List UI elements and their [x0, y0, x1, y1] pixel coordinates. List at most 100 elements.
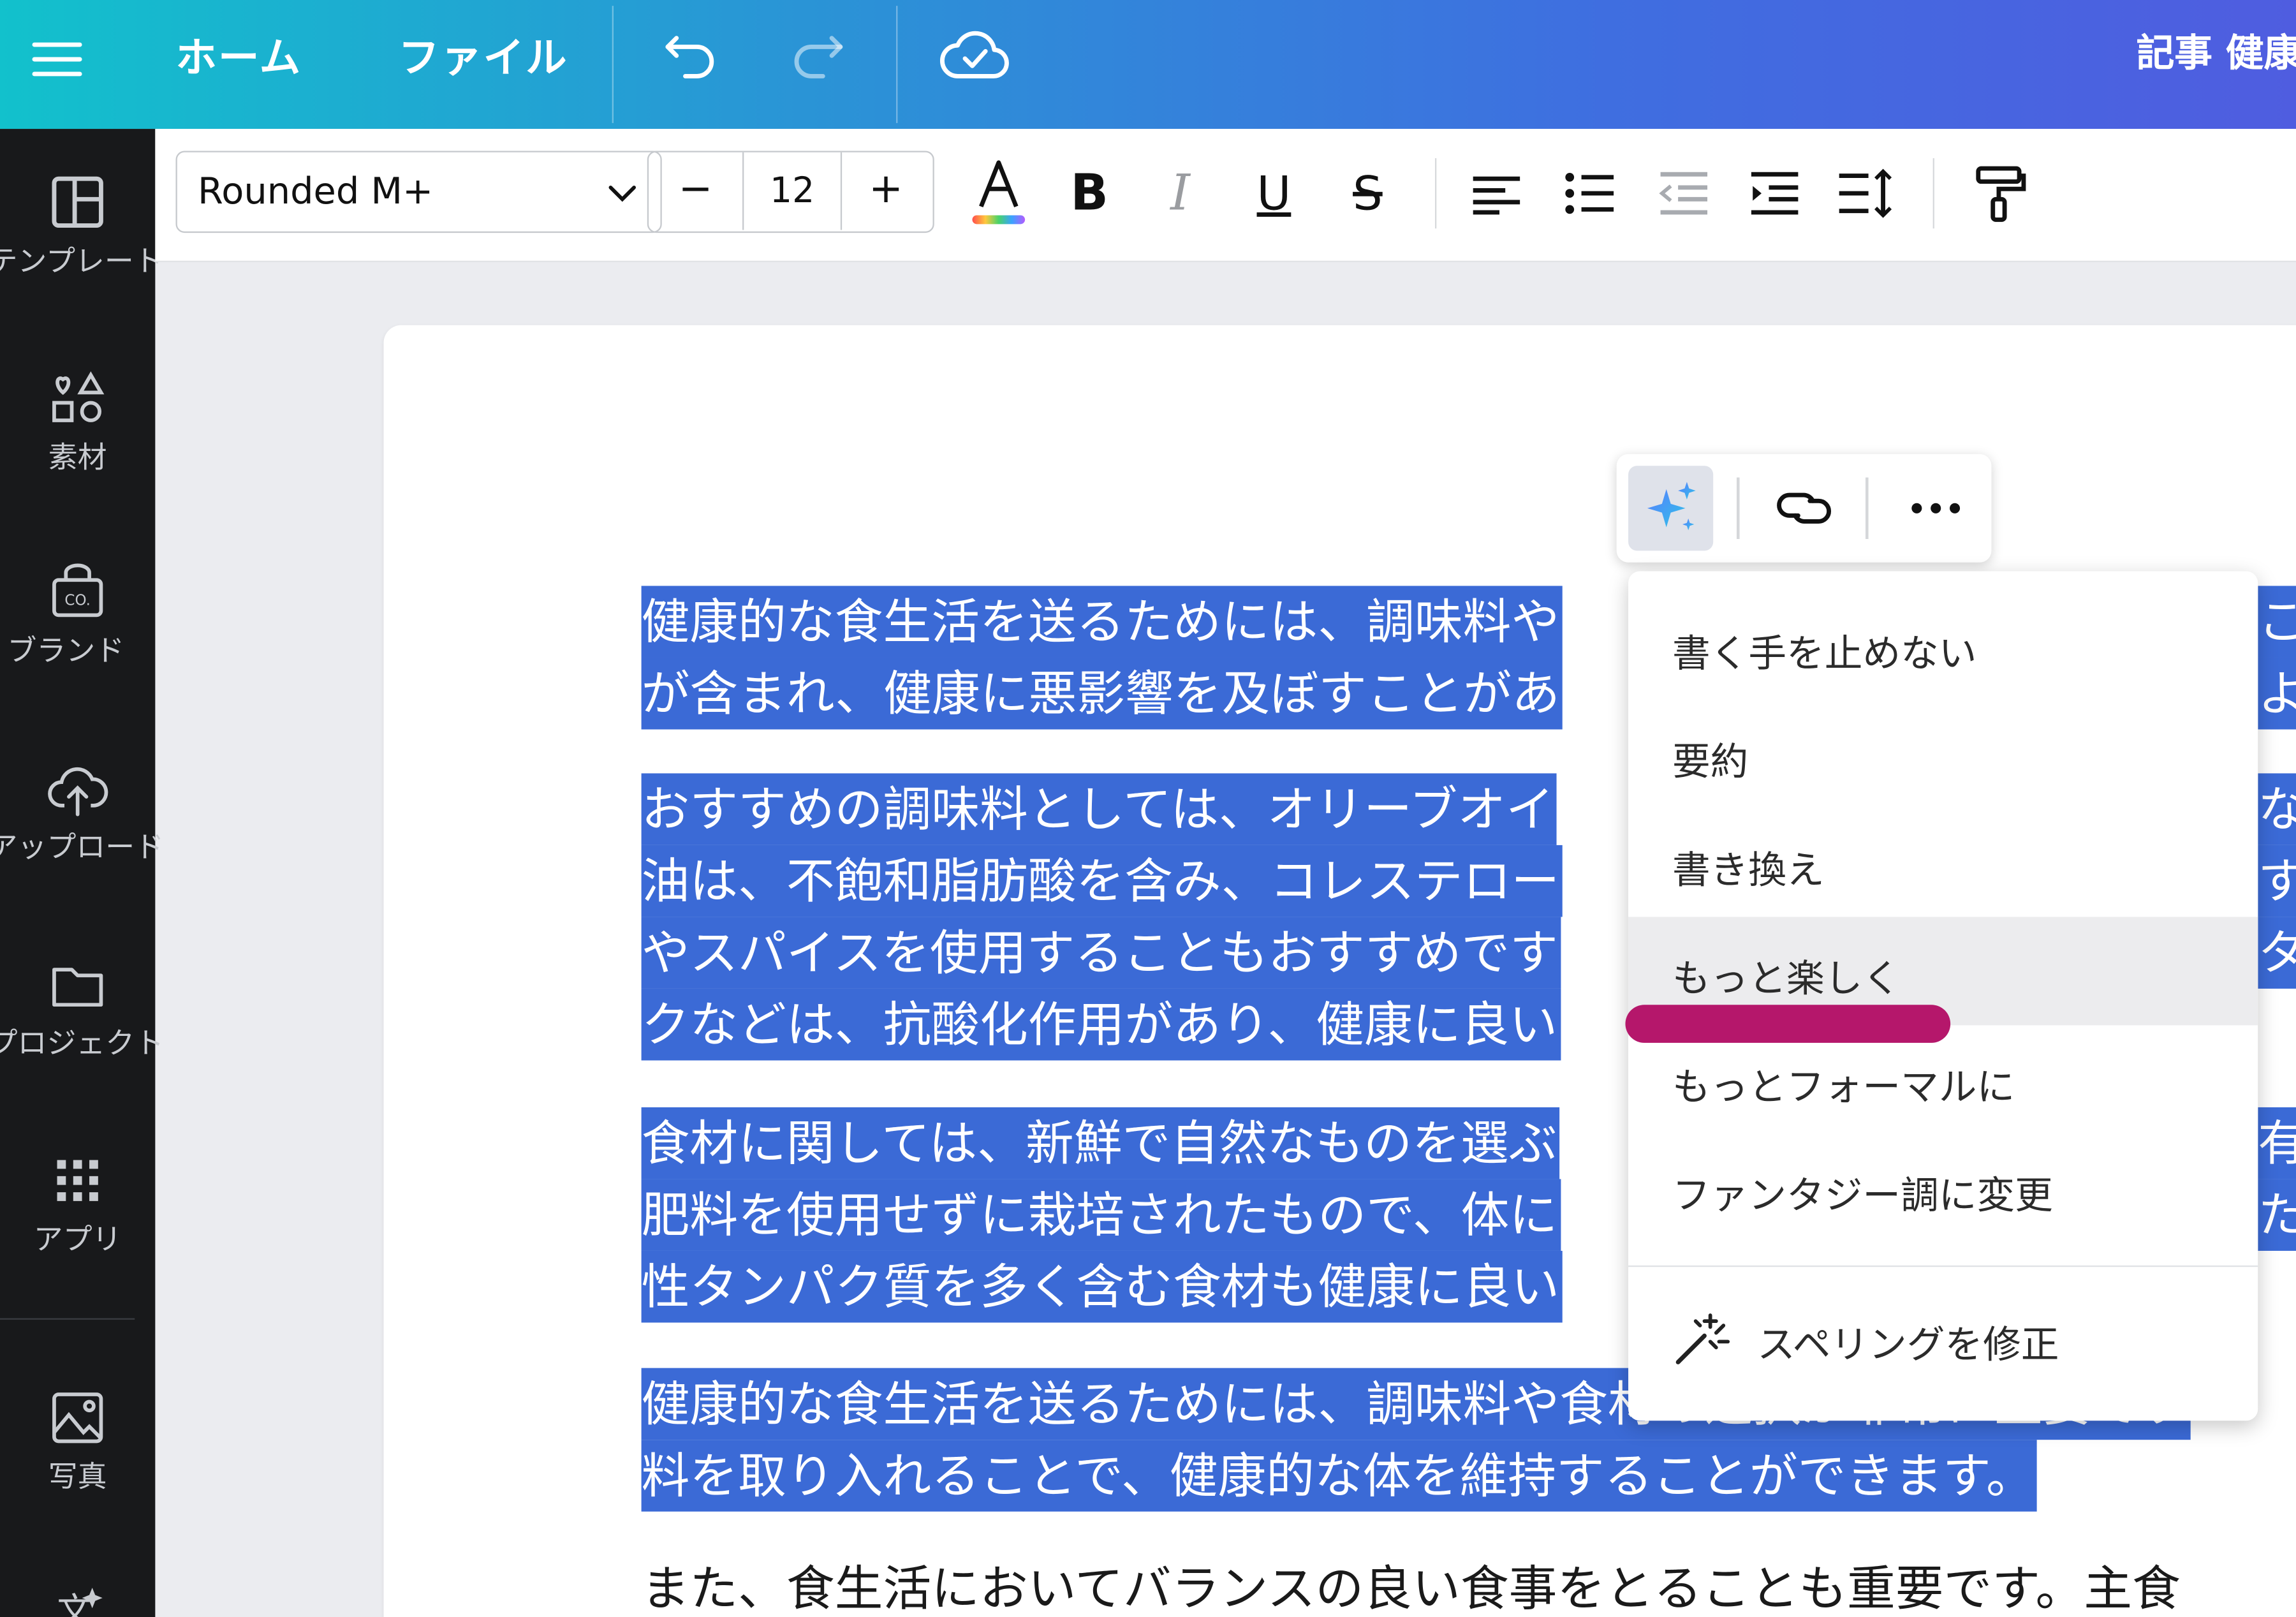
text-toolbar: Rounded M+ − 12 + B I U S — [155, 129, 2296, 263]
svg-text:CO.: CO. — [64, 592, 90, 609]
menu-item-label: ファンタジー調に変更 — [1672, 1174, 2053, 1219]
menu-item-label: 書く手を止めない — [1672, 632, 1977, 677]
topbar-divider — [896, 6, 898, 123]
cloud-saved-icon[interactable] — [937, 20, 1009, 91]
more-options-button[interactable] — [1895, 471, 1977, 545]
selected-text-line: 有 — [2258, 1107, 2296, 1179]
sidebar-label: プロジェクト — [0, 1025, 165, 1061]
toolbar-divider — [1932, 158, 1934, 229]
menu-item-continue-writing[interactable]: 書く手を止めない — [1628, 592, 2258, 700]
selected-text-line: 油は、不飽和脂肪酸を含み、コレステロー — [641, 845, 1563, 917]
sidebar-label: アプリ — [33, 1222, 122, 1257]
highlight-annotation-mark — [1625, 1005, 1951, 1043]
font-family-dropdown[interactable]: Rounded M+ — [175, 151, 662, 233]
mini-toolbar-divider — [1866, 477, 1869, 540]
nav-home[interactable]: ホーム — [176, 26, 302, 85]
sidebar-label: アップロード — [0, 829, 165, 864]
selected-text-line: 性タンパク質を多く含む食材も健康に良い — [641, 1250, 1563, 1323]
sidebar-item-templates[interactable]: テンプレート — [0, 173, 163, 280]
italic-button[interactable]: I — [1142, 155, 1218, 231]
paragraph-1[interactable]: 健康的な食生活を送るためには、調味料や が含まれ、健康に悪影響を及ぼすことがあ — [641, 586, 1563, 730]
template-icon — [52, 176, 103, 228]
paragraph-2[interactable]: おすすめの調味料としては、オリーブオイ 油は、不飽和脂肪酸を含み、コレステロー … — [641, 773, 1563, 1061]
paint-roller-icon — [1976, 166, 2026, 222]
magic-write-menu: 書く手を止めない 要約 書き換え もっと楽しく もっとフォーマルに ファンタジー… — [1628, 571, 2258, 1421]
selected-text-line: やスパイスを使用することもおすすめです — [641, 917, 1561, 989]
magic-write-button[interactable] — [1628, 466, 1714, 551]
selected-text-line: 料を取り入れることで、健康的な体を維持することができます。 — [641, 1440, 2038, 1512]
font-size-input[interactable]: 12 — [742, 152, 843, 230]
selection-mini-toolbar — [1616, 454, 1992, 563]
sidebar-label: 写真 — [48, 1459, 107, 1495]
selected-text-line: 肥料を使用せずに栽培されたもので、体に — [641, 1179, 1561, 1251]
menu-divider — [1628, 1265, 2258, 1267]
sidebar-item-elements[interactable]: 素材 — [0, 369, 155, 476]
outdent-icon — [1659, 172, 1708, 215]
elements-icon — [52, 371, 105, 422]
selected-text-line: す — [2258, 845, 2296, 917]
text-color-button[interactable] — [960, 155, 1036, 231]
paragraph-3-right: 有 た — [2258, 1107, 2296, 1251]
sidebar-item-projects[interactable]: プロジェクト — [0, 955, 165, 1062]
underline-button[interactable]: U — [1236, 155, 1312, 231]
undo-icon[interactable] — [656, 20, 726, 91]
paragraph-5[interactable]: また、食生活においてバランスの良い食事をとることも重要です。主食 — [642, 1553, 2181, 1617]
increase-indent-button[interactable] — [1737, 155, 1813, 231]
selected-text-line: こ — [2258, 586, 2296, 658]
sidebar-label: 素材 — [48, 439, 107, 475]
sidebar-item-uploads[interactable]: アップロード — [0, 758, 165, 866]
menu-item-fantasy[interactable]: ファンタジー調に変更 — [1628, 1133, 2258, 1242]
indent-icon — [1751, 172, 1799, 215]
bold-button[interactable]: B — [1051, 155, 1127, 231]
align-left-icon — [1473, 176, 1520, 215]
sidebar-item-apps[interactable]: アプリ — [0, 1151, 155, 1259]
selected-text-line: が含まれ、健康に悪影響を及ぼすことがあ — [641, 657, 1563, 730]
nav-file[interactable]: ファイル — [398, 26, 568, 85]
selected-text-line: な — [2258, 773, 2296, 845]
toolbar-divider — [1435, 158, 1437, 229]
more-icon — [1911, 503, 1961, 513]
sidebar-item-photos[interactable]: 写真 — [0, 1389, 155, 1496]
redo-icon[interactable] — [782, 20, 852, 91]
mini-toolbar-divider — [1736, 477, 1740, 540]
menu-icon[interactable] — [32, 33, 82, 97]
line-spacing-button[interactable] — [1827, 155, 1903, 231]
link-button[interactable] — [1763, 471, 1845, 545]
selected-text-line: 健康的な食生活を送るためには、調味料や — [641, 586, 1563, 658]
brand-icon: CO. — [52, 563, 103, 617]
paragraph-3[interactable]: 食材に関しては、新鮮で自然なものを選ぶ 肥料を使用せずに栽培されたもので、体に … — [641, 1107, 1563, 1323]
sidebar-label: テンプレート — [0, 243, 163, 279]
upload-icon — [48, 767, 108, 816]
line-spacing-icon — [1839, 168, 1892, 218]
bullet-list-icon — [1565, 172, 1614, 214]
selected-text-line: た — [2258, 1179, 2296, 1251]
selected-text-line: タ — [2258, 917, 2296, 989]
selected-text-line: クなどは、抗酸化作用があり、健康に良い — [641, 988, 1561, 1061]
sidebar-item-brand[interactable]: CO. ブランド — [0, 563, 155, 670]
menu-item-summarize[interactable]: 要約 — [1628, 700, 2258, 809]
menu-item-label: 要約 — [1672, 741, 1749, 785]
folder-icon — [52, 968, 103, 1007]
strikethrough-button[interactable]: S — [1330, 155, 1406, 231]
selected-text-line: よ — [2258, 657, 2296, 730]
font-size-stepper: − 12 + — [647, 151, 934, 233]
menu-item-label: 書き換え — [1672, 849, 1825, 894]
menu-item-fix-spelling[interactable]: スペリングを修正 — [1628, 1283, 2258, 1391]
chevron-down-icon — [608, 186, 637, 202]
magic-wand-icon — [1675, 1313, 1730, 1364]
text-ai-icon: 文 — [57, 1588, 103, 1617]
increase-font-size-button[interactable]: + — [839, 164, 933, 212]
menu-item-label: スペリングを修正 — [1757, 1324, 2059, 1368]
decrease-font-size-button[interactable]: − — [649, 164, 742, 212]
sidebar-item-text-ai[interactable]: 文 — [0, 1579, 155, 1617]
bullet-list-button[interactable] — [1552, 155, 1628, 231]
align-left-button[interactable] — [1459, 155, 1534, 231]
menu-item-rewrite[interactable]: 書き換え — [1628, 809, 2258, 917]
link-icon — [1777, 492, 1832, 524]
font-family-value: Rounded M+ — [197, 170, 434, 212]
document-title[interactable]: 記事 健康お — [2137, 24, 2296, 78]
topbar-divider — [612, 6, 614, 123]
sidebar-divider — [0, 1318, 135, 1320]
decrease-indent-button[interactable] — [1646, 155, 1722, 231]
format-painter-button[interactable] — [1962, 155, 2038, 231]
